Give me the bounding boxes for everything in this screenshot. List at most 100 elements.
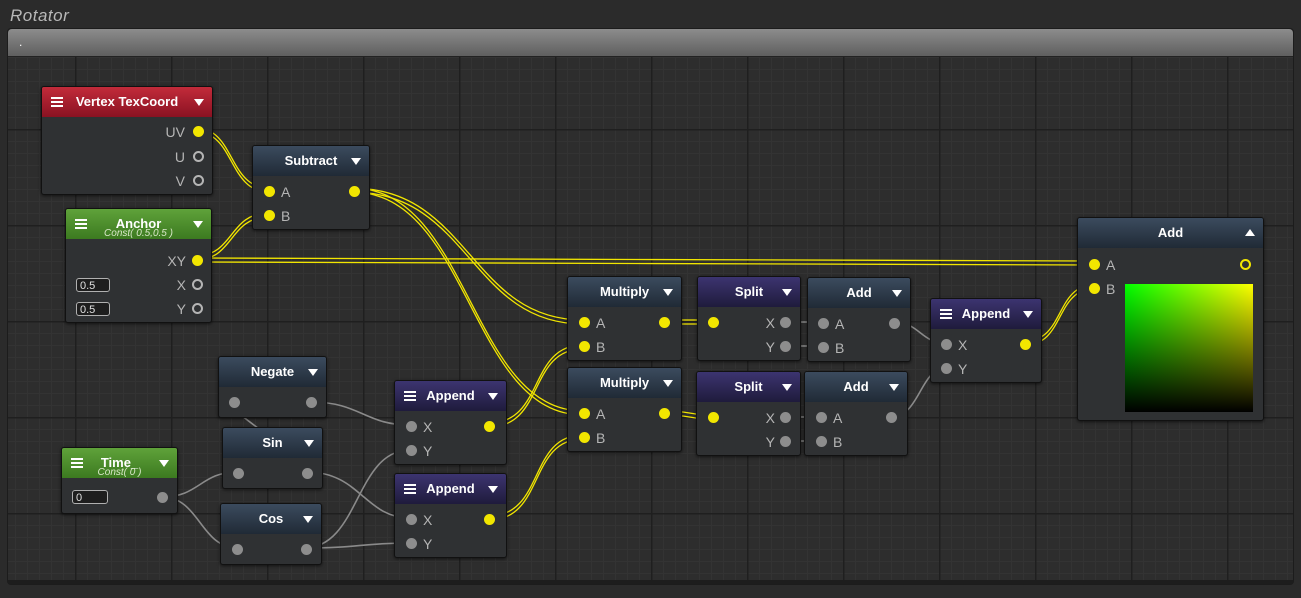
chevron-down-icon[interactable] xyxy=(1023,311,1033,318)
input-port-x[interactable] xyxy=(941,339,952,350)
chevron-down-icon[interactable] xyxy=(892,290,902,297)
menu-icon[interactable] xyxy=(404,484,416,494)
node-add-2[interactable]: Add A B xyxy=(804,371,908,456)
output-port[interactable] xyxy=(1020,339,1031,350)
node-multiply-2[interactable]: Multiply A B xyxy=(567,367,682,452)
input-port-x[interactable] xyxy=(406,421,417,432)
node-split-2[interactable]: Split X Y xyxy=(696,371,801,456)
port-label-a: A xyxy=(835,316,845,332)
output-port[interactable] xyxy=(157,492,168,503)
port-label-b: B xyxy=(833,434,843,450)
chevron-down-icon[interactable] xyxy=(159,460,169,467)
y-value-field[interactable]: 0.5 xyxy=(76,302,110,316)
node-title: Sin xyxy=(262,435,283,450)
input-port[interactable] xyxy=(233,468,244,479)
time-value-field[interactable]: 0 xyxy=(72,490,108,504)
output-port-v[interactable] xyxy=(193,175,204,186)
port-label-b: B xyxy=(596,430,606,446)
node-append-3[interactable]: Append X Y xyxy=(930,298,1042,383)
output-port[interactable] xyxy=(484,421,495,432)
chevron-down-icon[interactable] xyxy=(193,221,203,228)
port-label-x: X xyxy=(176,277,186,293)
menu-icon[interactable] xyxy=(404,391,416,401)
input-port[interactable] xyxy=(229,397,240,408)
input-port-a[interactable] xyxy=(264,186,275,197)
input-port-a[interactable] xyxy=(579,317,590,328)
node-split-1[interactable]: Split X Y xyxy=(697,276,801,361)
node-multiply-1[interactable]: Multiply A B xyxy=(567,276,682,361)
output-port[interactable] xyxy=(1240,259,1251,270)
input-port[interactable] xyxy=(232,544,243,555)
output-port[interactable] xyxy=(659,317,670,328)
input-port-a[interactable] xyxy=(579,408,590,419)
output-port-y[interactable] xyxy=(780,436,791,447)
output-port[interactable] xyxy=(306,397,317,408)
output-port-xy[interactable] xyxy=(192,255,203,266)
node-subtract[interactable]: Subtract A B xyxy=(252,145,370,230)
port-label-b: B xyxy=(1106,281,1116,297)
chevron-down-icon[interactable] xyxy=(194,99,204,106)
port-label-x: X xyxy=(765,410,775,426)
output-port-u[interactable] xyxy=(193,151,204,162)
chevron-down-icon[interactable] xyxy=(351,158,361,165)
port-label-a: A xyxy=(596,406,606,422)
input-port-a[interactable] xyxy=(818,318,829,329)
output-port-y[interactable] xyxy=(780,341,791,352)
output-port-y[interactable] xyxy=(192,303,203,314)
output-port-x[interactable] xyxy=(780,412,791,423)
node-add-output[interactable]: Add A B xyxy=(1077,217,1264,421)
chevron-down-icon[interactable] xyxy=(303,516,313,523)
chevron-down-icon[interactable] xyxy=(663,289,673,296)
output-port[interactable] xyxy=(484,514,495,525)
chevron-down-icon[interactable] xyxy=(308,369,318,376)
node-append-2[interactable]: Append X Y xyxy=(394,473,507,558)
input-port-b[interactable] xyxy=(1089,283,1100,294)
port-label-y: Y xyxy=(423,536,433,552)
menu-icon[interactable] xyxy=(71,458,83,468)
node-anchor[interactable]: Anchor Const( 0.5,0.5 ) XY 0.5 X 0.5 Y xyxy=(65,208,212,323)
chevron-up-icon[interactable] xyxy=(1245,229,1255,236)
input-port[interactable] xyxy=(708,412,719,423)
output-port[interactable] xyxy=(659,408,670,419)
chevron-down-icon[interactable] xyxy=(889,384,899,391)
input-port-b[interactable] xyxy=(579,432,590,443)
node-add-1[interactable]: Add A B xyxy=(807,277,911,362)
node-sin[interactable]: Sin xyxy=(222,427,323,489)
node-time[interactable]: Time_ Const( 0 ) 0 xyxy=(61,447,178,514)
input-port-y[interactable] xyxy=(406,538,417,549)
output-port-x[interactable] xyxy=(780,317,791,328)
menu-icon[interactable] xyxy=(51,97,63,107)
menu-icon[interactable] xyxy=(940,309,952,319)
input-port-y[interactable] xyxy=(941,363,952,374)
node-vertex-texcoord[interactable]: Vertex TexCoord UV U V xyxy=(41,86,213,195)
chevron-down-icon[interactable] xyxy=(304,440,314,447)
input-port-b[interactable] xyxy=(816,436,827,447)
chevron-down-icon[interactable] xyxy=(782,384,792,391)
output-port-uv[interactable] xyxy=(193,126,204,137)
input-port-y[interactable] xyxy=(406,445,417,456)
output-port[interactable] xyxy=(886,412,897,423)
chevron-down-icon[interactable] xyxy=(782,289,792,296)
port-label-xy: XY xyxy=(167,253,186,269)
node-negate[interactable]: Negate xyxy=(218,356,327,418)
input-port-b[interactable] xyxy=(818,342,829,353)
input-port-a[interactable] xyxy=(816,412,827,423)
chevron-down-icon[interactable] xyxy=(663,380,673,387)
menu-icon[interactable] xyxy=(75,219,87,229)
input-port-a[interactable] xyxy=(1089,259,1100,270)
node-cos[interactable]: Cos xyxy=(220,503,322,565)
output-port[interactable] xyxy=(302,468,313,479)
port-label-a: A xyxy=(596,315,606,331)
input-port-b[interactable] xyxy=(264,210,275,221)
output-port[interactable] xyxy=(349,186,360,197)
output-port-x[interactable] xyxy=(192,279,203,290)
x-value-field[interactable]: 0.5 xyxy=(76,278,110,292)
input-port[interactable] xyxy=(708,317,719,328)
chevron-down-icon[interactable] xyxy=(488,393,498,400)
output-port[interactable] xyxy=(301,544,312,555)
chevron-down-icon[interactable] xyxy=(488,486,498,493)
input-port-b[interactable] xyxy=(579,341,590,352)
node-append-1[interactable]: Append X Y xyxy=(394,380,507,465)
output-port[interactable] xyxy=(889,318,900,329)
input-port-x[interactable] xyxy=(406,514,417,525)
